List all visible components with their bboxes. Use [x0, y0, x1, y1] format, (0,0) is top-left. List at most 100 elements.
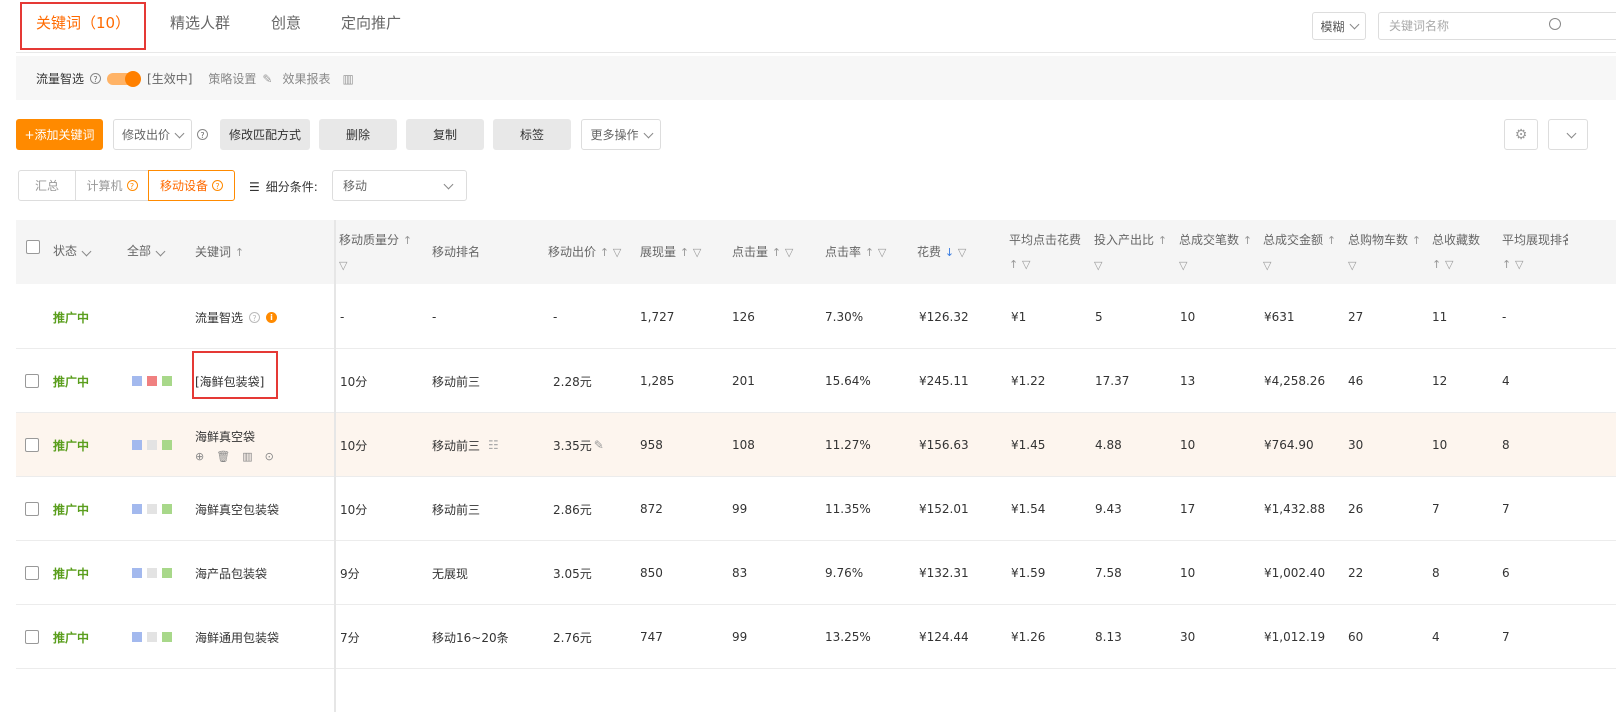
col-bid[interactable]: 移动出价 ↑ ▽ — [548, 240, 621, 265]
status-label: 推广中 — [53, 310, 90, 325]
row-checkbox[interactable] — [25, 438, 39, 452]
info-icon[interactable]: i — [266, 311, 278, 323]
more-actions-button[interactable]: 更多操作 — [581, 119, 661, 150]
sort-arrow-icon[interactable]: ↑ — [772, 246, 781, 259]
col-status[interactable]: 状态 — [53, 239, 92, 263]
filter-icon[interactable]: ▽ — [1263, 259, 1271, 272]
settings-button[interactable]: ⚙ — [1504, 119, 1538, 150]
tab-targeting[interactable]: 定向推广 — [341, 12, 401, 33]
tab-audience[interactable]: 精选人群 — [170, 12, 230, 33]
match-mode-select[interactable]: 模糊 — [1312, 12, 1366, 40]
table-row[interactable]: 推广中 海鲜通用包装袋 7分 移动16~20条 2.76元 747 99 13.25% ¥124… — [16, 605, 1616, 669]
segment-mobile[interactable]: 移动设备 ? — [148, 170, 235, 201]
bar-chart-icon[interactable]: ▥ — [242, 450, 252, 463]
help-icon[interactable]: ? — [126, 180, 138, 191]
filter-icon[interactable]: ▽ — [693, 246, 701, 259]
table-row[interactable]: 推广中 海鲜真空袋 ⊕ 🗑 ▥ ⊙ 10分 移动前三 ☷ 3.35元 ✎ 958 108 11… — [16, 413, 1616, 477]
copy-button[interactable]: 复制 — [406, 119, 484, 150]
filter-icon[interactable]: ▽ — [878, 246, 886, 259]
sort-arrow-icon[interactable]: ↑ — [1432, 258, 1441, 271]
col-orders[interactable]: 总成交笔数 ↑ ▽ — [1179, 228, 1259, 278]
filter-icon[interactable]: ▽ — [1515, 258, 1523, 271]
help-icon[interactable]: ? — [249, 311, 261, 323]
col-roi[interactable]: 投入产出比 ↑ ▽ — [1094, 228, 1174, 278]
col-all[interactable]: 全部 — [127, 239, 166, 263]
sort-arrow-icon[interactable]: ↑ — [1412, 234, 1421, 247]
search-icon[interactable] — [1549, 18, 1561, 30]
chevron-down-icon — [1566, 128, 1576, 138]
segment-summary[interactable]: 汇总 — [18, 170, 76, 201]
filter-icon[interactable]: ▽ — [1348, 259, 1356, 272]
col-avg-rank[interactable]: 平均展现排名 ↑ ▽ — [1502, 228, 1568, 277]
more-icon[interactable]: ⊙ — [265, 450, 274, 463]
sort-arrow-icon[interactable]: ↑ — [1243, 234, 1252, 247]
col-cpc[interactable]: 平均点击花费 ↑ ▽ — [1009, 228, 1087, 277]
filter-icon[interactable]: ▽ — [1179, 259, 1187, 272]
segment-computer[interactable]: 计算机 ? — [75, 170, 149, 201]
keyword-name[interactable]: 海鲜通用包装袋 — [195, 605, 279, 669]
sort-arrow-down-icon[interactable]: ↓ — [945, 246, 954, 259]
breakdown-select[interactable]: 移动 — [332, 170, 467, 201]
filter-icon[interactable]: ▽ — [613, 246, 621, 259]
sort-arrow-icon[interactable]: ↑ — [1158, 234, 1167, 247]
cell-bid: - — [553, 310, 558, 324]
sort-arrow-icon[interactable]: ↑ — [1327, 234, 1336, 247]
pencil-icon[interactable]: ✎ — [262, 72, 272, 86]
filter-icon[interactable]: ▽ — [1094, 259, 1102, 272]
col-impressions[interactable]: 展现量 ↑ ▽ — [640, 240, 701, 265]
col-cart[interactable]: 总购物车数 ↑ ▽ — [1348, 228, 1428, 278]
row-checkbox[interactable] — [25, 566, 39, 580]
help-icon[interactable]: ? — [90, 73, 102, 84]
sort-arrow-icon[interactable]: ↑ — [600, 246, 609, 259]
help-icon[interactable]: ? — [197, 129, 208, 140]
filter-icon[interactable]: ▽ — [1022, 258, 1030, 271]
col-fav[interactable]: 总收藏数 ↑ ▽ — [1432, 228, 1498, 277]
select-all-checkbox[interactable] — [26, 240, 40, 254]
bar-chart-icon[interactable]: ▥ — [342, 72, 353, 86]
sort-arrow-icon[interactable]: ↑ — [403, 234, 412, 247]
keyword-name[interactable]: 海产品包装袋 — [195, 541, 267, 605]
sort-arrow-icon[interactable]: ↑ — [1009, 258, 1018, 271]
expand-button[interactable] — [1548, 119, 1588, 150]
keyword-name[interactable]: 流量智选 — [195, 309, 243, 326]
add-keyword-button[interactable]: +添加关键词 — [16, 119, 103, 150]
table-row[interactable]: 推广中 海鲜真空包装袋 10分 移动前三 2.86元 872 99 11.35% ¥152.01… — [16, 477, 1616, 541]
cell-bid: 3.05元 — [553, 566, 592, 581]
sort-arrow-icon[interactable]: ↑ — [1502, 258, 1511, 271]
flow-select-toggle[interactable] — [107, 70, 142, 87]
keyword-name[interactable]: 海鲜真空袋 — [195, 428, 255, 445]
edit-match-button[interactable]: 修改匹配方式 — [220, 119, 310, 150]
col-gmv[interactable]: 总成交金额 ↑ ▽ — [1263, 228, 1343, 278]
sort-arrow-icon[interactable]: ↑ — [235, 246, 244, 259]
strategy-settings-link[interactable]: 策略设置 — [208, 70, 256, 87]
trash-icon[interactable]: 🗑 — [216, 450, 230, 463]
col-clicks[interactable]: 点击量 ↑ ▽ — [732, 240, 793, 265]
delete-button[interactable]: 删除 — [319, 119, 397, 150]
col-cost[interactable]: 花费 ↓ ▽ — [917, 240, 966, 265]
help-icon[interactable]: ? — [212, 180, 223, 191]
col-ctr[interactable]: 点击率 ↑ ▽ — [825, 240, 886, 265]
table-row[interactable]: 推广中 海产品包装袋 9分 无展现 3.05元 850 83 9.76% ¥132.31 ¥1.5… — [16, 541, 1616, 605]
sort-arrow-icon[interactable]: ↑ — [680, 246, 689, 259]
target-icon[interactable]: ⊕ — [195, 450, 204, 463]
filter-icon[interactable]: ▽ — [1445, 258, 1453, 271]
tab-creative[interactable]: 创意 — [271, 12, 301, 33]
row-checkbox[interactable] — [25, 502, 39, 516]
keyword-search-input[interactable] — [1387, 13, 1561, 39]
col-quality[interactable]: 移动质量分 ↑ ▽ — [339, 228, 419, 278]
filter-icon[interactable]: ▽ — [339, 259, 347, 272]
effect-report-link[interactable]: 效果报表 — [282, 70, 330, 87]
keyword-name[interactable]: 海鲜真空包装袋 — [195, 477, 279, 541]
edit-bid-button[interactable]: 修改出价 — [113, 119, 192, 150]
row-checkbox[interactable] — [25, 630, 39, 644]
rank-list-icon[interactable]: ☷ — [488, 438, 499, 452]
tag-button[interactable]: 标签 — [493, 119, 571, 150]
sort-arrow-icon[interactable]: ↑ — [865, 246, 874, 259]
col-keyword[interactable]: 关键词 ↑ — [195, 240, 244, 265]
cell-cost: ¥124.44 — [919, 630, 969, 644]
table-row[interactable]: 推广中 流量智选? i - - - 1,727 126 7.30% ¥126.32 ¥1 5 10 ¥63… — [16, 285, 1616, 349]
filter-icon[interactable]: ▽ — [785, 246, 793, 259]
row-checkbox[interactable] — [25, 374, 39, 388]
filter-icon[interactable]: ▽ — [958, 246, 966, 259]
pencil-icon[interactable]: ✎ — [594, 438, 604, 452]
